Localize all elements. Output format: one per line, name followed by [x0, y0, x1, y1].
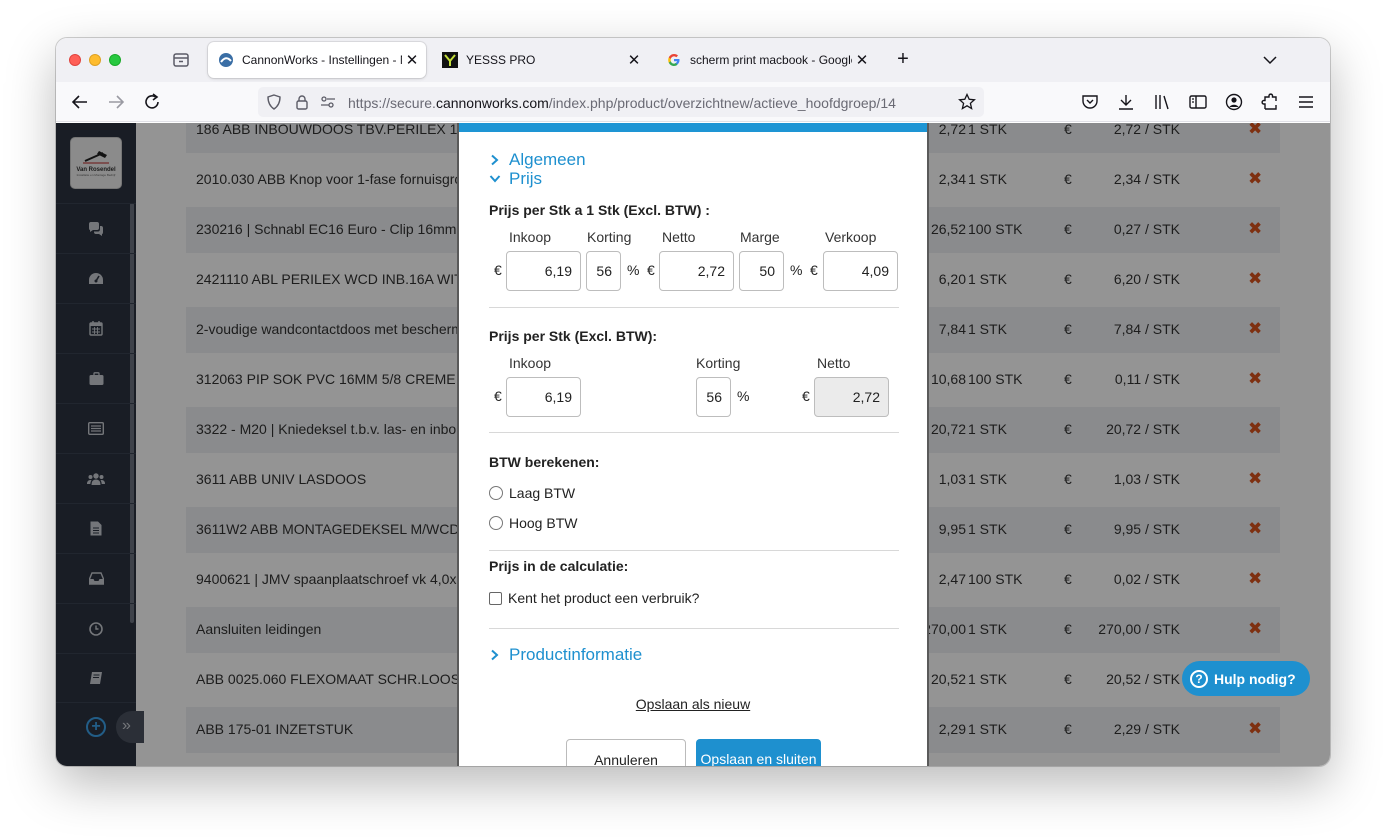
price-per-unit-title: Prijs per Stk a 1 Stk (Excl. BTW) :	[489, 202, 710, 218]
divider	[489, 550, 899, 551]
cannonworks-favicon-icon	[218, 52, 234, 68]
chevron-right-icon	[491, 154, 499, 166]
radio-button[interactable]	[489, 486, 503, 500]
radio-laag-label: Laag BTW	[509, 485, 576, 501]
url-prefix: https://secure.	[348, 95, 436, 111]
radio-hoog-label: Hoog BTW	[509, 515, 578, 531]
new-tab-button[interactable]: +	[892, 49, 914, 71]
korting-input-2[interactable]: 56	[696, 377, 731, 417]
col-korting-2: Korting	[696, 355, 741, 371]
back-icon[interactable]	[69, 91, 91, 113]
radio-hoog-btw[interactable]: Hoog BTW	[489, 515, 577, 531]
product-edit-modal: Algemeen Prijs Prijs per Stk a 1 Stk (Ex…	[457, 123, 929, 766]
percent-symbol: %	[627, 262, 640, 278]
section-algemeen[interactable]: Algemeen	[489, 150, 586, 170]
chevron-down-icon	[489, 175, 501, 183]
close-window-button[interactable]	[69, 54, 81, 66]
yesss-favicon-icon	[442, 52, 458, 68]
calc-title: Prijs in de calculatie:	[489, 558, 629, 574]
tab-google[interactable]: scherm print macbook - Google ✕	[656, 42, 876, 78]
sidebar-toggle-icon[interactable]	[1188, 92, 1208, 112]
euro-symbol: €	[494, 262, 502, 278]
cancel-button[interactable]: Annuleren	[566, 739, 686, 766]
checkbox[interactable]	[489, 591, 502, 605]
pocket-icon[interactable]	[1080, 92, 1100, 112]
lock-icon[interactable]	[294, 94, 310, 110]
checkbox-verbruik[interactable]: Kent het product een verbruik?	[489, 590, 699, 606]
tracking-shield-icon[interactable]	[266, 94, 282, 110]
chevron-right-icon	[491, 649, 499, 661]
price-per-stk-title: Prijs per Stk (Excl. BTW):	[489, 328, 658, 344]
percent-symbol: %	[790, 262, 803, 278]
extensions-icon[interactable]	[1260, 92, 1280, 112]
btw-title: BTW berekenen:	[489, 454, 600, 470]
section-prijs[interactable]: Prijs	[489, 169, 542, 189]
question-circle-icon: ?	[1190, 669, 1208, 688]
verkoop-input[interactable]: 4,09	[823, 251, 898, 291]
tab-strip: CannonWorks - Instellingen - M ✕ YESSS P…	[56, 38, 1330, 82]
euro-symbol: €	[810, 262, 818, 278]
section-algemeen-label: Algemeen	[509, 150, 586, 169]
percent-symbol: %	[737, 388, 750, 404]
col-inkoop-2: Inkoop	[509, 355, 552, 371]
permissions-icon[interactable]	[320, 94, 336, 110]
radio-button[interactable]	[489, 516, 503, 530]
inkoop-input-2[interactable]: 6,19	[506, 377, 581, 417]
marge-input[interactable]: 50	[739, 251, 784, 291]
divider	[489, 432, 899, 433]
col-inkoop: Inkoop	[509, 229, 552, 245]
tab-title: CannonWorks - Instellingen - M	[242, 53, 402, 67]
korting-input[interactable]: 56	[586, 251, 621, 291]
browser-window: CannonWorks - Instellingen - M ✕ YESSS P…	[56, 38, 1330, 766]
url-text[interactable]: https://secure.cannonworks.com/index.php…	[348, 95, 896, 111]
url-path: /index.php/product/overzichtnew/actieve_…	[548, 95, 896, 111]
tab-title: YESSS PRO	[466, 53, 536, 67]
radio-laag-btw[interactable]: Laag BTW	[489, 485, 575, 501]
euro-symbol: €	[647, 262, 655, 278]
account-icon[interactable]	[1224, 92, 1244, 112]
forward-icon[interactable]	[105, 91, 127, 113]
fullscreen-window-button[interactable]	[109, 54, 121, 66]
minimize-window-button[interactable]	[89, 54, 101, 66]
divider	[489, 307, 899, 308]
menu-icon[interactable]	[1296, 92, 1316, 112]
reload-icon[interactable]	[141, 91, 163, 113]
url-domain: cannonworks.com	[435, 95, 549, 111]
downloads-icon[interactable]	[1116, 92, 1136, 112]
library-icon[interactable]	[1152, 92, 1172, 112]
google-favicon-icon	[666, 52, 682, 68]
col-netto: Netto	[662, 229, 696, 245]
bookmark-star-icon[interactable]	[958, 92, 976, 111]
inkoop-input[interactable]: 6,19	[506, 251, 581, 291]
web-page: Van Rosendel Installatie en Montage Bedr…	[56, 123, 1330, 766]
tab-close-icon[interactable]: ✕	[402, 50, 422, 70]
netto-readonly-field: 2,72	[814, 377, 889, 417]
col-korting: Korting	[587, 229, 632, 245]
col-marge: Marge	[740, 229, 780, 245]
netto-input[interactable]: 2,72	[659, 251, 734, 291]
col-netto-2: Netto	[817, 355, 851, 371]
tab-cannonworks[interactable]: CannonWorks - Instellingen - M ✕	[208, 42, 426, 78]
firefox-view-icon[interactable]	[172, 52, 190, 68]
list-all-tabs-icon[interactable]	[1260, 50, 1280, 70]
euro-symbol: €	[494, 388, 502, 404]
section-productinformatie[interactable]: Productinformatie	[489, 645, 642, 665]
url-bar[interactable]: https://secure.cannonworks.com/index.php…	[258, 87, 984, 117]
section-prijs-label: Prijs	[509, 169, 543, 188]
help-button[interactable]: ? Hulp nodig?	[1182, 661, 1310, 696]
save-as-new-link[interactable]: Opslaan als nieuw	[459, 696, 927, 712]
modal-header-bar	[459, 123, 927, 132]
divider	[489, 628, 899, 629]
checkbox-verbruik-label: Kent het product een verbruik?	[508, 590, 700, 606]
save-and-close-button[interactable]: Opslaan en sluiten	[696, 739, 821, 766]
tab-close-icon[interactable]: ✕	[852, 50, 872, 70]
help-label: Hulp nodig?	[1214, 670, 1296, 687]
col-verkoop: Verkoop	[825, 229, 877, 245]
tab-title: scherm print macbook - Google	[690, 53, 852, 67]
tab-close-icon[interactable]: ✕	[624, 50, 644, 70]
euro-symbol: €	[802, 388, 810, 404]
tab-yesss[interactable]: YESSS PRO ✕	[432, 42, 648, 78]
nav-bar: https://secure.cannonworks.com/index.php…	[56, 82, 1330, 122]
section-productinfo-label: Productinformatie	[509, 645, 643, 664]
